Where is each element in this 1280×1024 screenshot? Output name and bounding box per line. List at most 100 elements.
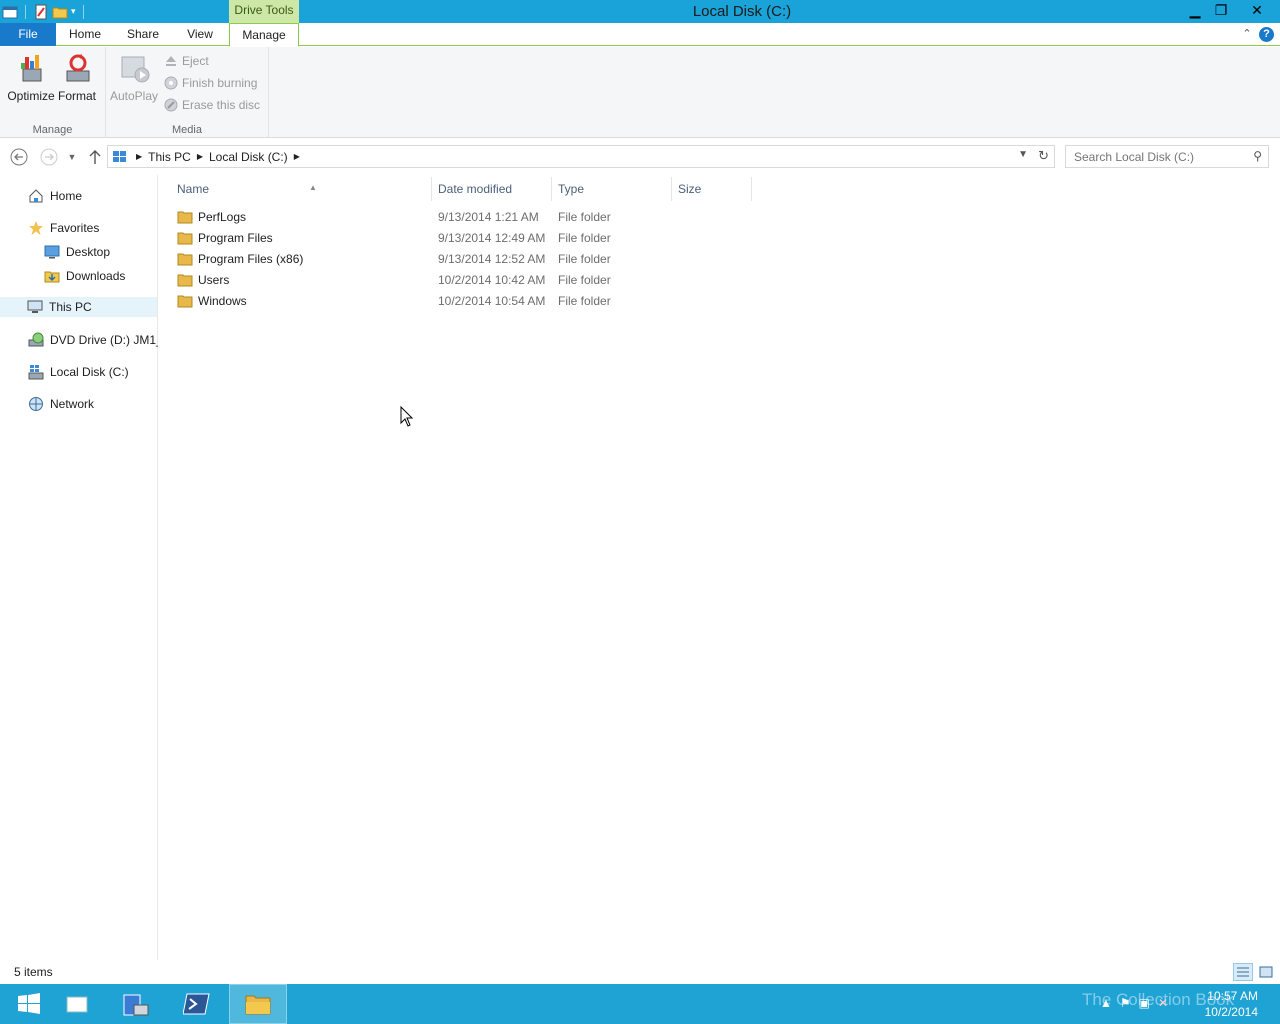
column-header-name[interactable]: ▲ Name xyxy=(171,177,432,201)
optimize-button[interactable]: Optimize xyxy=(7,53,55,107)
search-input[interactable] xyxy=(1074,149,1244,164)
finish-burning-button[interactable]: Finish burning xyxy=(164,73,257,93)
nav-item-dvd-drive[interactable]: DVD Drive (D:) JM1_S xyxy=(28,330,158,350)
navigation-bar: ▼ ▶ This PC ▶ Local Disk (C:) ▶ ▼ ↻ ⚲ xyxy=(0,139,1280,175)
properties-icon[interactable] xyxy=(33,4,49,20)
eject-button[interactable]: Eject xyxy=(164,51,209,71)
file-row[interactable]: PerfLogs 9/13/2014 1:21 AM File folder xyxy=(171,207,751,228)
minimize-button[interactable]: ▁ xyxy=(1182,0,1208,20)
breadcrumb-local-disk[interactable]: Local Disk (C:) xyxy=(209,150,288,164)
finish-burning-icon xyxy=(164,76,178,90)
minimize-ribbon-icon[interactable]: ⌃ xyxy=(1240,27,1254,41)
folder-icon xyxy=(177,232,193,245)
file-type: File folder xyxy=(558,294,611,308)
back-button[interactable] xyxy=(9,147,29,167)
tab-file[interactable]: File xyxy=(0,23,56,46)
nav-item-home[interactable]: Home xyxy=(28,186,82,206)
ribbon-group-manage: Optimize Format Manage xyxy=(0,47,106,138)
folder-icon xyxy=(177,253,193,266)
nav-item-this-pc[interactable]: This PC xyxy=(0,297,157,317)
erase-disc-button[interactable]: Erase this disc xyxy=(164,95,260,115)
column-label-type: Type xyxy=(558,182,585,196)
format-drive-icon xyxy=(66,54,90,82)
refresh-icon[interactable]: ↻ xyxy=(1038,148,1049,164)
nav-item-favorites[interactable]: Favorites xyxy=(28,218,99,238)
details-view-icon xyxy=(1237,967,1249,977)
forward-button[interactable] xyxy=(39,147,59,167)
breadcrumb-this-pc[interactable]: This PC xyxy=(148,150,191,164)
column-header-type[interactable]: Type xyxy=(552,177,672,201)
search-icon[interactable]: ⚲ xyxy=(1253,149,1262,163)
drive-tools-context-label: Drive Tools xyxy=(229,0,299,23)
taskbar-file-explorer-active[interactable] xyxy=(229,984,287,1024)
erase-disc-icon xyxy=(164,98,178,112)
up-button[interactable] xyxy=(85,147,105,167)
taskbar: The Collection Book ▲ ⚑ ▣ ✕ 10:57 AM 10/… xyxy=(0,984,1280,1024)
ribbon-tab-bar: File Home Share View Manage ⌃ ? xyxy=(0,23,1280,47)
breadcrumb-arrow-icon[interactable]: ▶ xyxy=(197,152,203,161)
file-name: Program Files (x86) xyxy=(198,252,304,266)
column-header-date-modified[interactable]: Date modified xyxy=(432,177,552,201)
details-view-button[interactable] xyxy=(1233,963,1253,981)
file-date: 9/13/2014 1:21 AM xyxy=(438,210,539,224)
help-icon[interactable]: ? xyxy=(1259,27,1274,42)
nav-item-network[interactable]: Network xyxy=(28,394,94,414)
folder-icon xyxy=(177,295,193,308)
volume-muted-icon[interactable]: ✕ xyxy=(1158,996,1168,1010)
file-type: File folder xyxy=(558,252,611,266)
tab-home[interactable]: Home xyxy=(62,23,108,46)
back-arrow-icon xyxy=(10,148,28,166)
finish-burning-label: Finish burning xyxy=(182,76,258,90)
windows-logo-icon xyxy=(18,993,40,1014)
large-icons-view-button[interactable] xyxy=(1256,963,1276,981)
powershell-icon xyxy=(183,993,210,1015)
address-bar[interactable]: ▶ This PC ▶ Local Disk (C:) ▶ ▼ ↻ xyxy=(107,145,1055,168)
nav-label-local-disk: Local Disk (C:) xyxy=(50,365,129,379)
file-row[interactable]: Users 10/2/2014 10:42 AM File folder xyxy=(171,270,751,291)
taskbar-clock[interactable]: 10:57 AM 10/2/2014 xyxy=(1205,988,1258,1020)
desktop-icon xyxy=(44,245,60,259)
quick-access-toolbar: ▾ xyxy=(0,0,88,23)
nav-label-desktop: Desktop xyxy=(66,245,111,259)
search-box[interactable]: ⚲ xyxy=(1065,145,1269,168)
recent-locations-icon[interactable]: ▼ xyxy=(62,147,82,167)
format-button[interactable]: Format xyxy=(53,53,101,107)
show-hidden-icons-icon[interactable]: ▲ xyxy=(1100,996,1112,1010)
file-date: 10/2/2014 10:42 AM xyxy=(438,273,546,287)
nav-item-downloads[interactable]: Downloads xyxy=(44,266,125,286)
taskbar-powershell[interactable] xyxy=(168,984,226,1024)
nav-item-local-disk[interactable]: Local Disk (C:) xyxy=(28,362,129,382)
network-icon xyxy=(29,397,43,411)
qat-customize-icon[interactable]: ▾ xyxy=(71,6,76,17)
file-row[interactable]: Program Files (x86) 9/13/2014 12:52 AM F… xyxy=(171,249,751,270)
explorer-window-icon[interactable] xyxy=(2,4,18,20)
clock-time: 10:57 AM xyxy=(1207,989,1258,1003)
erase-disc-label: Erase this disc xyxy=(182,98,261,112)
action-center-flag-icon[interactable]: ⚑ xyxy=(1120,996,1131,1010)
file-row[interactable]: Windows 10/2/2014 10:54 AM File folder xyxy=(171,291,751,312)
network-status-icon[interactable]: ▣ xyxy=(1139,996,1150,1010)
file-row[interactable]: Program Files 9/13/2014 12:49 AM File fo… xyxy=(171,228,751,249)
close-button[interactable]: ✕ xyxy=(1234,0,1280,20)
folder-window-icon xyxy=(66,996,88,1013)
column-label-name: Name xyxy=(177,182,210,196)
taskbar-server-manager[interactable] xyxy=(106,984,164,1024)
nav-item-desktop[interactable]: Desktop xyxy=(44,242,110,262)
address-dropdown-icon[interactable]: ▼ xyxy=(1018,149,1028,160)
downloads-icon xyxy=(44,271,60,283)
folder-icon xyxy=(177,211,193,224)
tab-view[interactable]: View xyxy=(178,23,222,46)
restore-button[interactable]: ❐ xyxy=(1208,0,1234,20)
breadcrumb-arrow-icon[interactable]: ▶ xyxy=(294,152,300,161)
breadcrumb-arrow-icon[interactable]: ▶ xyxy=(136,152,142,161)
new-folder-icon[interactable] xyxy=(52,4,68,20)
nav-label-this-pc: This PC xyxy=(49,300,92,314)
tab-manage[interactable]: Manage xyxy=(229,23,299,47)
tab-share[interactable]: Share xyxy=(120,23,166,46)
autoplay-button[interactable]: AutoPlay xyxy=(109,53,159,107)
nav-label-favorites: Favorites xyxy=(50,221,100,235)
optimize-drive-icon xyxy=(21,55,42,82)
system-tray: The Collection Book ▲ ⚑ ▣ ✕ 10:57 AM 10/… xyxy=(1020,984,1280,1024)
taskbar-file-explorer-pinned[interactable] xyxy=(48,984,106,1024)
column-header-size[interactable]: Size xyxy=(672,177,752,201)
